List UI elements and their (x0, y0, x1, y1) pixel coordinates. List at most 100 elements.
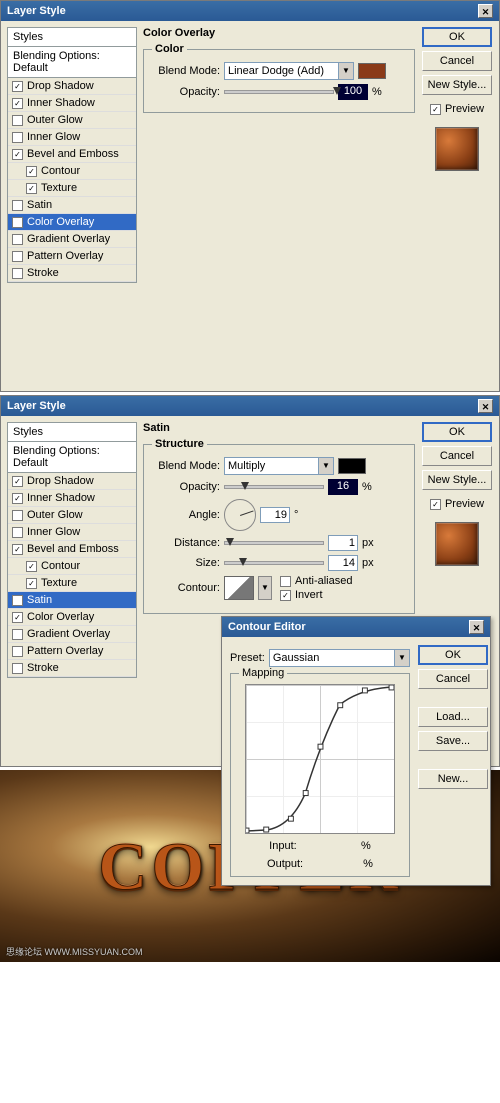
blending-options[interactable]: Blending Options: Default (7, 47, 137, 78)
style-checkbox[interactable] (12, 476, 23, 487)
style-checkbox[interactable] (12, 81, 23, 92)
style-checkbox[interactable] (12, 98, 23, 109)
close-icon[interactable]: ✕ (478, 399, 493, 413)
style-item-pattern-overlay[interactable]: Pattern Overlay (8, 643, 136, 660)
size-slider[interactable] (224, 561, 324, 565)
new-button[interactable]: New... (418, 769, 488, 789)
style-item-bevel-and-emboss[interactable]: Bevel and Emboss (8, 541, 136, 558)
style-checkbox[interactable] (12, 629, 23, 640)
invert-checkbox[interactable] (280, 590, 291, 601)
opacity-slider[interactable] (224, 90, 334, 94)
cancel-button[interactable]: Cancel (422, 51, 492, 71)
style-checkbox[interactable] (12, 132, 23, 143)
style-item-contour[interactable]: Contour (8, 163, 136, 180)
style-item-satin[interactable]: Satin (8, 197, 136, 214)
style-checkbox[interactable] (12, 544, 23, 555)
size-value[interactable]: 14 (328, 555, 358, 571)
style-checkbox[interactable] (12, 115, 23, 126)
style-checkbox[interactable] (12, 251, 23, 262)
color-swatch[interactable] (338, 458, 366, 474)
style-item-gradient-overlay[interactable]: Gradient Overlay (8, 231, 136, 248)
preset-dropdown[interactable]: Gaussian▼ (269, 649, 410, 667)
ok-button[interactable]: OK (418, 645, 488, 665)
contour-picker[interactable] (224, 576, 254, 600)
style-checkbox[interactable] (12, 510, 23, 521)
style-checkbox[interactable] (26, 183, 37, 194)
cancel-button[interactable]: Cancel (418, 669, 488, 689)
antialiased-checkbox[interactable] (280, 576, 291, 587)
preview-checkbox[interactable] (430, 104, 441, 115)
color-swatch[interactable] (358, 63, 386, 79)
titlebar[interactable]: Layer Style ✕ (1, 1, 499, 21)
blend-mode-dropdown[interactable]: Multiply▼ (224, 457, 334, 475)
style-checkbox[interactable] (12, 200, 23, 211)
layer-style-dialog-2: Layer Style ✕ Styles Blending Options: D… (0, 395, 500, 767)
style-item-inner-shadow[interactable]: Inner Shadow (8, 490, 136, 507)
style-checkbox[interactable] (12, 612, 23, 623)
style-checkbox[interactable] (12, 217, 23, 228)
style-item-inner-glow[interactable]: Inner Glow (8, 129, 136, 146)
style-item-outer-glow[interactable]: Outer Glow (8, 507, 136, 524)
distance-value[interactable]: 1 (328, 535, 358, 551)
new-style-button[interactable]: New Style... (422, 75, 492, 95)
style-label: Contour (41, 560, 80, 572)
style-checkbox[interactable] (26, 561, 37, 572)
style-label: Drop Shadow (27, 80, 94, 92)
style-item-drop-shadow[interactable]: Drop Shadow (8, 473, 136, 490)
style-item-inner-shadow[interactable]: Inner Shadow (8, 95, 136, 112)
angle-value[interactable]: 19 (260, 507, 290, 523)
opacity-value[interactable]: 100 (338, 84, 368, 100)
new-style-button[interactable]: New Style... (422, 470, 492, 490)
style-item-color-overlay[interactable]: Color Overlay (8, 214, 136, 231)
chevron-down-icon: ▼ (318, 458, 333, 474)
style-checkbox[interactable] (26, 578, 37, 589)
style-checkbox[interactable] (12, 595, 23, 606)
style-checkbox[interactable] (12, 234, 23, 245)
style-checkbox[interactable] (12, 527, 23, 538)
contour-label: Contour: (152, 582, 220, 594)
style-item-drop-shadow[interactable]: Drop Shadow (8, 78, 136, 95)
titlebar[interactable]: Layer Style ✕ (1, 396, 499, 416)
style-item-texture[interactable]: Texture (8, 180, 136, 197)
style-item-outer-glow[interactable]: Outer Glow (8, 112, 136, 129)
distance-slider[interactable] (224, 541, 324, 545)
angle-wheel[interactable] (224, 499, 256, 531)
style-item-texture[interactable]: Texture (8, 575, 136, 592)
curve-editor[interactable] (245, 684, 395, 834)
style-checkbox[interactable] (12, 493, 23, 504)
style-item-contour[interactable]: Contour (8, 558, 136, 575)
style-item-inner-glow[interactable]: Inner Glow (8, 524, 136, 541)
style-checkbox[interactable] (12, 149, 23, 160)
load-button[interactable]: Load... (418, 707, 488, 727)
style-label: Inner Shadow (27, 97, 95, 109)
opacity-value[interactable]: 16 (328, 479, 358, 495)
style-checkbox[interactable] (12, 646, 23, 657)
preview-checkbox[interactable] (430, 499, 441, 510)
preset-label: Preset: (230, 652, 265, 664)
chevron-down-icon[interactable]: ▼ (258, 576, 272, 600)
styles-header[interactable]: Styles (7, 422, 137, 442)
style-item-pattern-overlay[interactable]: Pattern Overlay (8, 248, 136, 265)
styles-header[interactable]: Styles (7, 27, 137, 47)
ok-button[interactable]: OK (422, 27, 492, 47)
style-item-bevel-and-emboss[interactable]: Bevel and Emboss (8, 146, 136, 163)
style-item-satin[interactable]: Satin (8, 592, 136, 609)
save-button[interactable]: Save... (418, 731, 488, 751)
opacity-slider[interactable] (224, 485, 324, 489)
style-item-stroke[interactable]: Stroke (8, 660, 136, 677)
close-icon[interactable]: ✕ (478, 4, 493, 18)
style-label: Texture (41, 577, 77, 589)
style-item-gradient-overlay[interactable]: Gradient Overlay (8, 626, 136, 643)
style-item-color-overlay[interactable]: Color Overlay (8, 609, 136, 626)
titlebar[interactable]: Contour Editor ✕ (222, 617, 490, 637)
style-checkbox[interactable] (12, 663, 23, 674)
blending-options[interactable]: Blending Options: Default (7, 442, 137, 473)
cancel-button[interactable]: Cancel (422, 446, 492, 466)
blend-mode-dropdown[interactable]: Linear Dodge (Add)▼ (224, 62, 354, 80)
close-icon[interactable]: ✕ (469, 620, 484, 634)
ok-button[interactable]: OK (422, 422, 492, 442)
style-label: Bevel and Emboss (27, 543, 119, 555)
style-item-stroke[interactable]: Stroke (8, 265, 136, 282)
style-checkbox[interactable] (26, 166, 37, 177)
style-checkbox[interactable] (12, 268, 23, 279)
